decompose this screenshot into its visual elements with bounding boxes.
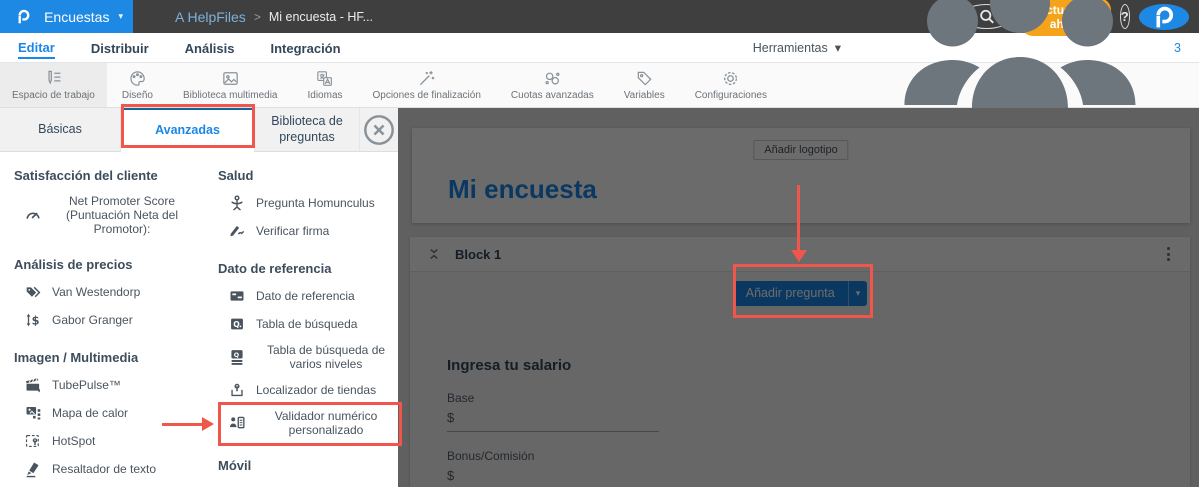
hotspot-icon xyxy=(24,432,42,450)
clapperboard-icon xyxy=(24,376,42,394)
tab-basicas[interactable]: Básicas xyxy=(0,108,121,152)
main-nav: Editar Distribuir Análisis Integración H… xyxy=(0,0,1199,108)
tab-analisis[interactable]: Análisis xyxy=(185,37,235,58)
section-title-salud: Salud xyxy=(218,168,254,183)
breadcrumb-separator: > xyxy=(253,9,261,24)
question-type-dato-referencia[interactable]: Dato de referencia xyxy=(218,282,398,310)
question-type-localizador-tiendas[interactable]: Localizador de tiendas xyxy=(218,376,398,404)
panel-tabs: Básicas Avanzadas Biblioteca de pregunta… xyxy=(0,108,398,152)
reference-card-icon xyxy=(228,287,246,305)
nps-gauge-icon xyxy=(24,206,42,224)
app-window: Encuestas ▾ A HelpFiles > Mi encuesta - … xyxy=(0,0,1199,487)
tools-menu[interactable]: Herramientas xyxy=(753,41,828,55)
toolbar-item-espacio-de-trabajo[interactable]: Espacio de trabajo xyxy=(0,63,107,107)
image-icon xyxy=(221,69,240,88)
homunculus-icon xyxy=(228,194,246,212)
question-type-resaltador-texto[interactable]: Resaltador de texto xyxy=(14,455,218,483)
section-title-movil: Móvil xyxy=(218,458,252,473)
highlighter-icon xyxy=(24,460,42,478)
panel-content: Satisfacción del cliente Net Promoter Sc… xyxy=(0,152,398,487)
heatmap-icon xyxy=(24,404,42,422)
collaborators-count: 3 xyxy=(1174,40,1181,55)
tab-biblioteca-preguntas[interactable]: Biblioteca de preguntas xyxy=(255,108,360,152)
question-type-nps[interactable]: Net Promoter Score (Puntuación Neta del … xyxy=(14,189,218,241)
workspace: Básicas Avanzadas Biblioteca de pregunta… xyxy=(0,104,1199,487)
product-switcher[interactable]: Encuestas ▾ xyxy=(0,0,133,33)
chevron-down-icon: ▾ xyxy=(118,11,123,21)
toolbar-item-cuotas-avanzadas[interactable]: Cuotas avanzadas xyxy=(496,63,609,107)
svg-text:Q: Q xyxy=(234,352,240,359)
section-title-dato-referencia: Dato de referencia xyxy=(218,261,332,276)
question-type-verificar-firma[interactable]: Verificar firma xyxy=(218,217,398,245)
price-elasticity-icon: $ xyxy=(24,311,42,329)
toolbar-item-biblioteca-multimedia[interactable]: Biblioteca multimedia xyxy=(168,63,293,107)
close-panel-button[interactable] xyxy=(360,108,398,152)
tab-integracion[interactable]: Integración xyxy=(271,37,341,58)
section-title-imagen-multimedia: Imagen / Multimedia xyxy=(14,350,139,365)
toolbar-item-configuraciones[interactable]: Configuraciones xyxy=(680,63,782,107)
tab-distribuir[interactable]: Distribuir xyxy=(91,37,149,58)
question-type-tubepulse[interactable]: TubePulse™ xyxy=(14,371,218,399)
question-type-panel: Básicas Avanzadas Biblioteca de pregunta… xyxy=(0,108,398,487)
gear-icon xyxy=(721,69,740,88)
palette-icon xyxy=(128,69,147,88)
toolbar-item-variables[interactable]: Variables xyxy=(609,63,680,107)
breadcrumb-account[interactable]: A HelpFiles xyxy=(175,9,246,25)
lookup-table-icon: Q xyxy=(228,315,246,333)
question-type-gabor-granger[interactable]: $ Gabor Granger xyxy=(14,306,218,334)
tags-icon xyxy=(24,283,42,301)
breadcrumb-survey-name: Mi encuesta - HF... xyxy=(268,9,374,24)
store-locator-icon xyxy=(228,381,246,399)
question-type-mapa-de-calor[interactable]: Mapa de calor xyxy=(14,399,218,427)
svg-text:Q: Q xyxy=(233,320,240,329)
breadcrumb: A HelpFiles > Mi encuesta - HF... xyxy=(133,0,373,33)
question-type-validador-numerico[interactable]: Validador numérico personalizado xyxy=(218,404,398,442)
product-label: Encuestas xyxy=(44,8,110,25)
close-icon xyxy=(360,111,398,149)
questionpro-logo-icon xyxy=(10,8,37,25)
toolbar-item-opciones-finalizacion[interactable]: Opciones de finalización xyxy=(358,63,496,107)
question-type-tabla-busqueda[interactable]: Q Tabla de búsqueda xyxy=(218,310,398,338)
tab-avanzadas[interactable]: Avanzadas xyxy=(121,108,255,152)
question-type-tabla-busqueda-niveles[interactable]: Q Tabla de búsqueda de varios niveles xyxy=(218,338,398,376)
links-icon xyxy=(543,69,562,88)
multilevel-lookup-icon: Q xyxy=(228,348,246,366)
chevron-down-icon: ▾ xyxy=(834,41,842,55)
numeric-validator-icon xyxy=(228,414,246,432)
signature-icon xyxy=(228,222,246,240)
question-type-homunculus[interactable]: Pregunta Homunculus xyxy=(218,189,398,217)
tab-editar[interactable]: Editar xyxy=(18,36,55,59)
tag-icon xyxy=(635,69,654,88)
toolbar-item-diseno[interactable]: Diseño xyxy=(107,63,168,107)
survey-stage: Añadir logotipo Mi encuesta Block 1 Añad… xyxy=(398,108,1199,487)
translate-icon xyxy=(315,69,334,88)
toolbar-item-idiomas[interactable]: Idiomas xyxy=(292,63,357,107)
dim-overlay xyxy=(398,108,1199,487)
question-type-hotspot[interactable]: HotSpot xyxy=(14,427,218,455)
question-type-van-westendorp[interactable]: Van Westendorp xyxy=(14,278,218,306)
section-title-satisfaccion: Satisfacción del cliente xyxy=(14,168,158,183)
wand-icon xyxy=(417,69,436,88)
section-title-analisis-precios: Análisis de precios xyxy=(14,257,133,272)
workspace-icon xyxy=(44,69,63,88)
svg-text:$: $ xyxy=(32,314,40,327)
